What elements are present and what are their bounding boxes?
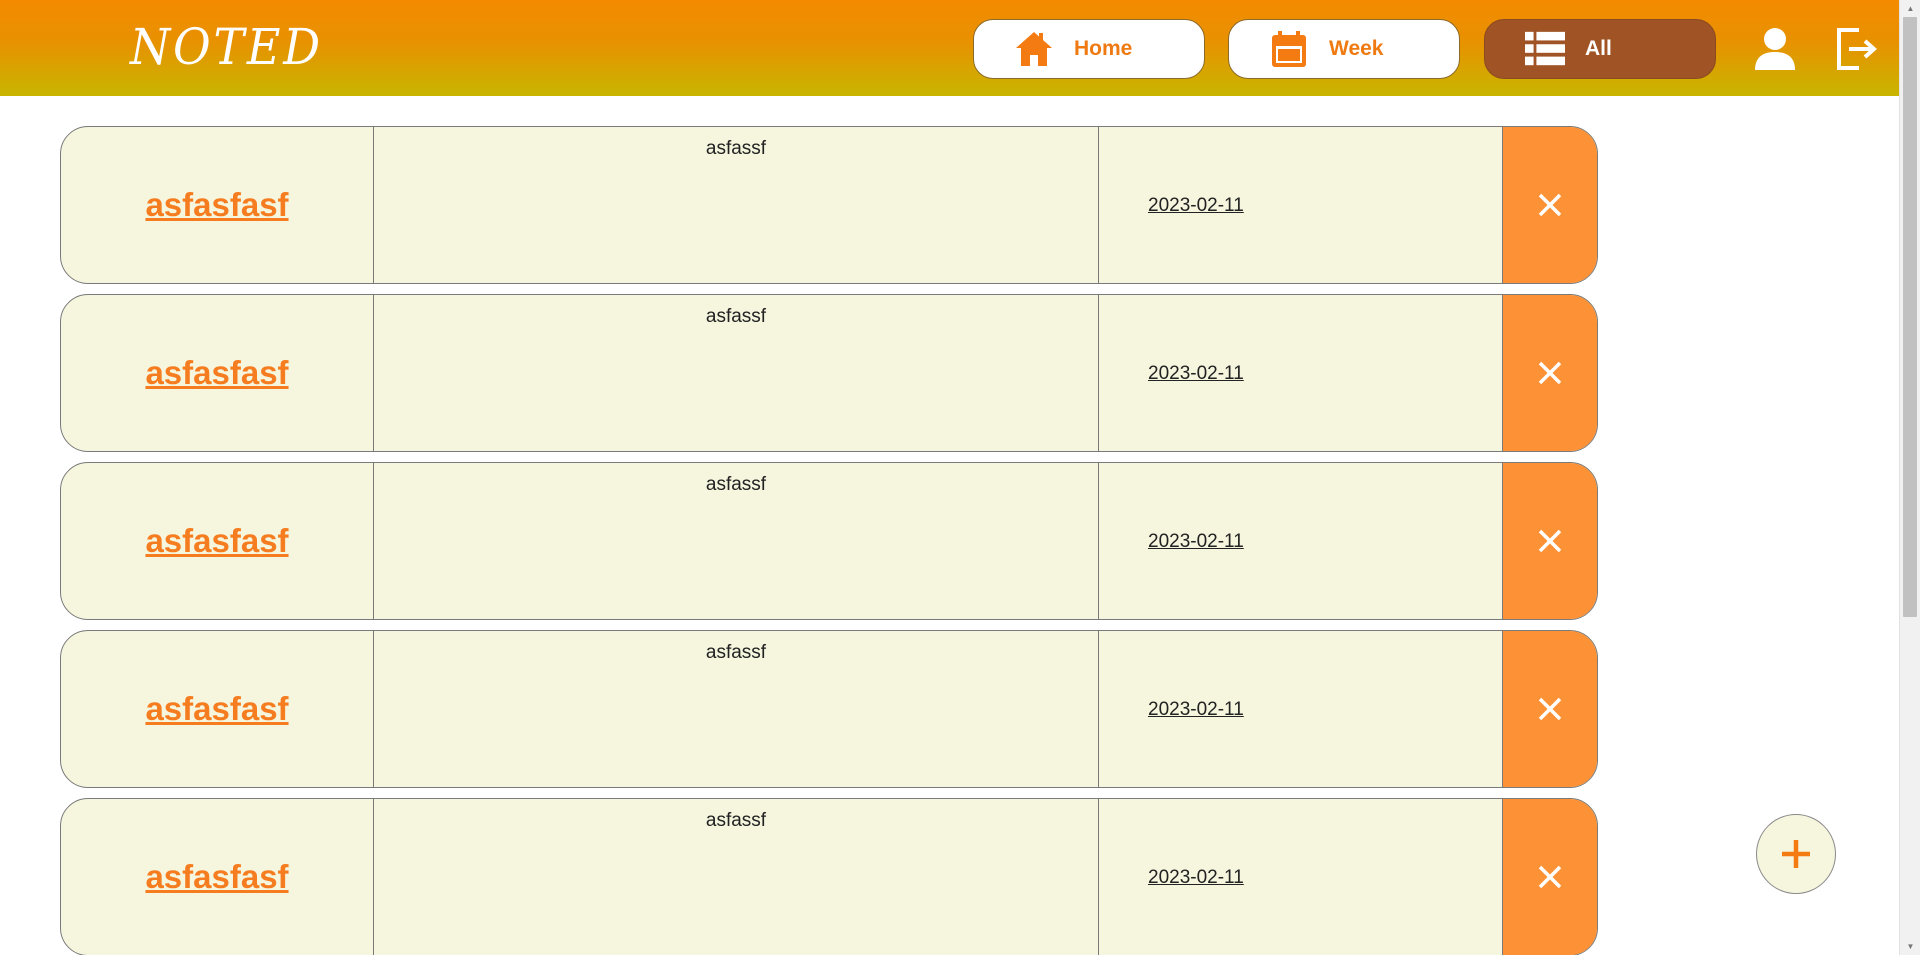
note-date-cell: 2023-02-11 xyxy=(1099,631,1502,787)
delete-note-button[interactable] xyxy=(1502,295,1597,451)
close-icon xyxy=(1538,361,1562,385)
note-title-link[interactable]: asfasfasf xyxy=(145,690,288,728)
note-date[interactable]: 2023-02-11 xyxy=(1148,699,1244,721)
delete-note-button[interactable] xyxy=(1502,799,1597,955)
add-note-button[interactable] xyxy=(1756,814,1836,894)
note-card: asfasfasf asfassf 2023-02-11 xyxy=(60,294,1598,452)
note-body: asfassf xyxy=(374,799,1099,955)
note-title-link[interactable]: asfasfasf xyxy=(145,186,288,224)
close-icon xyxy=(1538,697,1562,721)
note-date-cell: 2023-02-11 xyxy=(1099,799,1502,955)
home-icon xyxy=(1014,29,1054,69)
nav-home-button[interactable]: Home xyxy=(973,19,1205,79)
close-icon xyxy=(1538,529,1562,553)
app-logo[interactable]: NOTED xyxy=(130,18,323,76)
close-icon xyxy=(1538,193,1562,217)
note-title-cell: asfasfasf xyxy=(61,799,374,955)
note-title-cell: asfasfasf xyxy=(61,295,374,451)
note-card: asfasfasf asfassf 2023-02-11 xyxy=(60,462,1598,620)
notes-list: asfasfasf asfassf 2023-02-11 asfasfasf a… xyxy=(60,126,1598,955)
page: NOTED Home Week All asfasfasf asfassf 20… xyxy=(0,0,1920,955)
nav-week-button[interactable]: Week xyxy=(1228,19,1460,79)
delete-note-button[interactable] xyxy=(1502,631,1597,787)
nav-all-button[interactable]: All xyxy=(1484,19,1716,79)
note-card: asfasfasf asfassf 2023-02-11 xyxy=(60,126,1598,284)
note-body: asfassf xyxy=(374,127,1099,283)
vertical-scrollbar[interactable]: ▲ ▼ xyxy=(1899,0,1920,955)
note-title-cell: asfasfasf xyxy=(61,463,374,619)
logout-icon[interactable] xyxy=(1831,24,1881,74)
plus-icon xyxy=(1782,840,1810,868)
close-icon xyxy=(1538,865,1562,889)
note-title-link[interactable]: asfasfasf xyxy=(145,858,288,896)
note-date-cell: 2023-02-11 xyxy=(1099,127,1502,283)
nav-all-label: All xyxy=(1585,37,1612,60)
calendar-icon xyxy=(1269,29,1309,69)
note-date[interactable]: 2023-02-11 xyxy=(1148,363,1244,385)
user-icon[interactable] xyxy=(1750,24,1800,74)
note-body: asfassf xyxy=(374,295,1099,451)
note-title-link[interactable]: asfasfasf xyxy=(145,354,288,392)
note-body: asfassf xyxy=(374,463,1099,619)
note-date[interactable]: 2023-02-11 xyxy=(1148,195,1244,217)
scroll-up-arrow-icon[interactable]: ▲ xyxy=(1900,0,1920,17)
header: NOTED Home Week All xyxy=(0,0,1899,96)
scroll-thumb[interactable] xyxy=(1903,17,1917,617)
scroll-down-arrow-icon[interactable]: ▼ xyxy=(1900,938,1920,955)
delete-note-button[interactable] xyxy=(1502,127,1597,283)
list-icon xyxy=(1525,29,1565,69)
note-date-cell: 2023-02-11 xyxy=(1099,295,1502,451)
note-title-cell: asfasfasf xyxy=(61,631,374,787)
note-card: asfasfasf asfassf 2023-02-11 xyxy=(60,798,1598,955)
delete-note-button[interactable] xyxy=(1502,463,1597,619)
note-body: asfassf xyxy=(374,631,1099,787)
nav-home-label: Home xyxy=(1074,37,1133,60)
note-date-cell: 2023-02-11 xyxy=(1099,463,1502,619)
note-title-cell: asfasfasf xyxy=(61,127,374,283)
nav-week-label: Week xyxy=(1329,37,1384,60)
note-card: asfasfasf asfassf 2023-02-11 xyxy=(60,630,1598,788)
note-date[interactable]: 2023-02-11 xyxy=(1148,531,1244,553)
note-title-link[interactable]: asfasfasf xyxy=(145,522,288,560)
note-date[interactable]: 2023-02-11 xyxy=(1148,867,1244,889)
